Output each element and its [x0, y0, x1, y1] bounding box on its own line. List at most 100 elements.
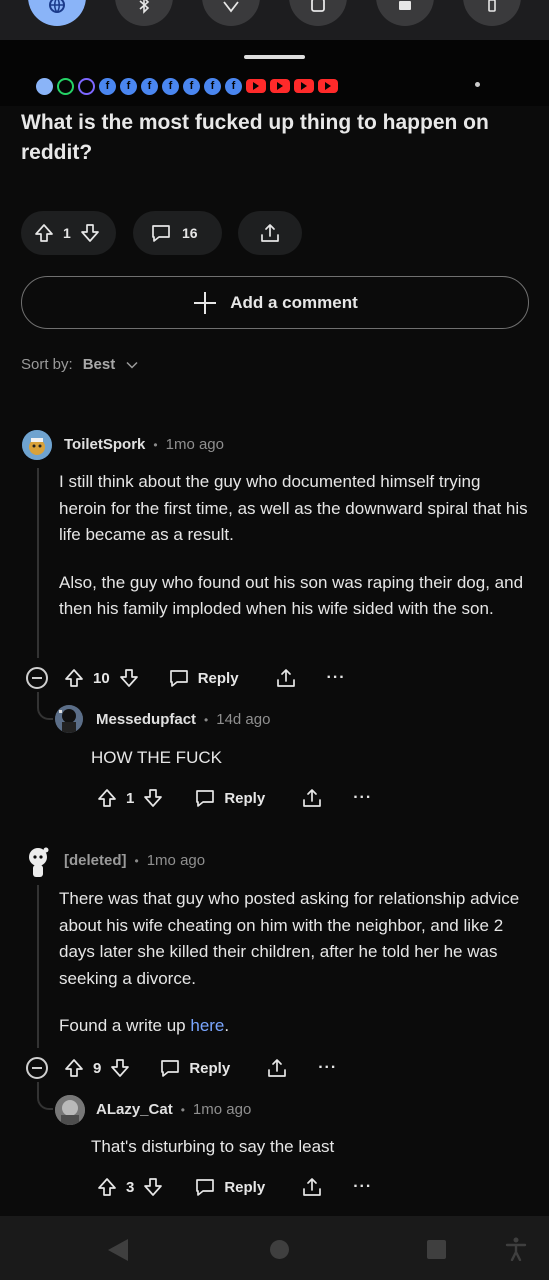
youtube-icon: [246, 79, 266, 93]
downvote-icon[interactable]: [142, 787, 164, 809]
share-icon[interactable]: [301, 787, 323, 809]
add-comment-label: Add a comment: [230, 292, 358, 312]
reply-button[interactable]: Reply: [168, 667, 239, 689]
reply-button[interactable]: Reply: [159, 1057, 230, 1079]
meta-separator: •: [204, 712, 209, 727]
upvote-icon[interactable]: [33, 222, 55, 244]
share-icon[interactable]: [275, 667, 297, 689]
more-options-button[interactable]: ···: [353, 1178, 372, 1196]
facebook-icon: f: [162, 77, 179, 95]
footer-end: .: [224, 1016, 230, 1035]
avatar[interactable]: [22, 430, 52, 460]
accessibility-icon[interactable]: [505, 1237, 527, 1261]
comment-vote-count: 3: [126, 1178, 135, 1196]
facebook-icon: f: [204, 77, 221, 95]
reply-label: Reply: [197, 669, 239, 687]
downvote-icon[interactable]: [109, 1057, 131, 1079]
more-options-button[interactable]: ···: [353, 789, 372, 807]
meta-separator: •: [180, 1102, 185, 1117]
share-icon[interactable]: [266, 1057, 288, 1079]
notification-shade: f f f f f f f: [0, 0, 549, 106]
share-icon: [261, 224, 279, 242]
reply-label: Reply: [224, 789, 266, 807]
reply-label: Reply: [224, 1178, 266, 1196]
vote-group: 9: [63, 1057, 131, 1079]
more-options-button[interactable]: ···: [327, 669, 346, 687]
downvote-icon[interactable]: [118, 667, 140, 689]
comment-actions: 3 Reply ···: [96, 1176, 372, 1198]
comment-vote-count: 10: [93, 669, 110, 687]
comment-actions: 1 Reply ···: [96, 787, 372, 809]
comment-author[interactable]: ToiletSpork: [64, 436, 145, 453]
upvote-icon[interactable]: [63, 1057, 85, 1079]
facebook-icon: f: [99, 77, 116, 95]
reply-button[interactable]: Reply: [194, 1176, 265, 1198]
collapse-thread-button[interactable]: [26, 1057, 48, 1079]
comment-actions: 10 Reply ···: [26, 667, 346, 689]
youtube-icon: [318, 79, 338, 93]
thread-line[interactable]: [37, 885, 39, 1048]
viber-icon: [78, 77, 95, 95]
footer-text: Found a write up: [59, 1016, 191, 1035]
add-comment-button[interactable]: Add a comment: [21, 276, 529, 329]
sort-selector[interactable]: Sort by: Best: [21, 356, 139, 373]
comment-icon: [196, 790, 215, 807]
reply-connector: [37, 1082, 53, 1110]
avatar[interactable]: [55, 705, 83, 733]
more-notifications-dot: [475, 82, 480, 87]
comment-actions: 9 Reply ···: [26, 1057, 337, 1079]
back-icon[interactable]: [108, 1239, 128, 1261]
comment-body: There was that guy who posted asking for…: [59, 886, 529, 1040]
reply-label: Reply: [189, 1059, 231, 1077]
youtube-icon: [270, 79, 290, 93]
share-icon[interactable]: [301, 1176, 323, 1198]
comment-icon: [196, 1179, 215, 1196]
meta-separator: •: [153, 437, 158, 452]
meta-separator: •: [134, 853, 139, 868]
shade-drag-handle[interactable]: [244, 55, 305, 59]
here-link[interactable]: here: [190, 1016, 224, 1035]
comment-author: [deleted]: [64, 852, 127, 869]
comment-icon: [169, 670, 188, 687]
comment-paragraph: There was that guy who posted asking for…: [59, 889, 520, 988]
thread-line[interactable]: [37, 468, 39, 658]
youtube-icon: [294, 79, 314, 93]
upvote-icon[interactable]: [96, 1176, 118, 1198]
post-vote-pill: 1: [21, 211, 116, 255]
facebook-icon: f: [120, 77, 137, 95]
notification-icons-row: f f f f f f f: [36, 76, 338, 96]
comment-author[interactable]: Messedupfact: [96, 711, 196, 728]
downvote-icon[interactable]: [79, 222, 101, 244]
comment-age: 14d ago: [216, 711, 271, 728]
comment-meta: [deleted] • 1mo ago: [64, 852, 205, 869]
more-options-button[interactable]: ···: [318, 1059, 337, 1077]
recents-icon[interactable]: [427, 1240, 446, 1259]
messages-icon: [36, 77, 53, 95]
snoo-avatar-icon[interactable]: [24, 846, 52, 878]
post-comments-button[interactable]: 16: [133, 211, 222, 255]
avatar[interactable]: [55, 1095, 85, 1125]
comment-age: 1mo ago: [192, 1101, 252, 1118]
downvote-icon[interactable]: [142, 1176, 164, 1198]
comment-vote-count: 9: [93, 1059, 102, 1077]
collapse-thread-button[interactable]: [26, 667, 48, 689]
plus-icon: [194, 291, 217, 314]
upvote-icon[interactable]: [63, 667, 85, 689]
post-share-button[interactable]: [238, 211, 302, 255]
reply-button[interactable]: Reply: [194, 787, 265, 809]
upvote-icon[interactable]: [96, 787, 118, 809]
comment-age: 1mo ago: [146, 852, 206, 869]
comment-author[interactable]: ALazy_Cat: [96, 1101, 173, 1118]
comment-icon: [152, 225, 170, 242]
post-vote-count: 1: [63, 225, 71, 241]
facebook-icon: f: [141, 77, 158, 95]
home-icon[interactable]: [270, 1240, 289, 1259]
comment-body: HOW THE FUCK: [91, 748, 222, 767]
comment-meta: Messedupfact • 14d ago: [96, 711, 270, 728]
comment-vote-count: 1: [126, 789, 135, 807]
comment-meta: ALazy_Cat • 1mo ago: [96, 1101, 251, 1118]
comment-meta: ToiletSpork • 1mo ago: [64, 436, 224, 453]
facebook-icon: f: [225, 77, 242, 95]
chevron-down-icon: [126, 361, 138, 369]
comment-paragraph: I still think about the guy who document…: [59, 472, 528, 544]
